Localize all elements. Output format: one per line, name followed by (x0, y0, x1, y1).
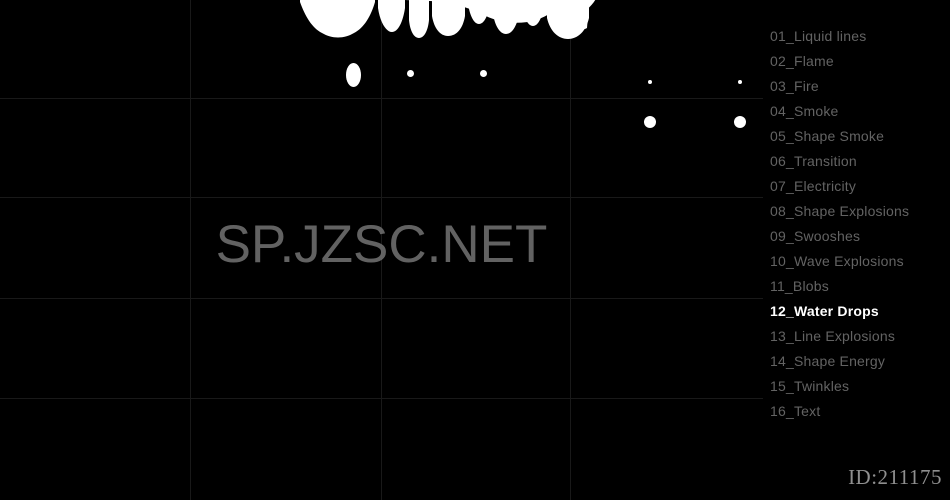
grid-line-horizontal-4 (0, 398, 763, 399)
grid-line-horizontal-1 (0, 98, 763, 99)
composition-list-item-14[interactable]: 14_Shape Energy (770, 349, 950, 374)
droplet-tiny-1 (648, 80, 652, 84)
composition-list-item-10[interactable]: 10_Wave Explosions (770, 249, 950, 274)
droplet-large-oval (346, 63, 361, 87)
composition-list-item-12[interactable]: 12_Water Drops (770, 299, 950, 324)
droplet-tiny-2 (738, 80, 742, 84)
composition-list-item-5[interactable]: 05_Shape Smoke (770, 124, 950, 149)
liquid-tail (556, 0, 590, 30)
grid-line-horizontal-2 (0, 197, 763, 198)
composition-list-item-16[interactable]: 16_Text (770, 399, 950, 424)
composition-list-item-6[interactable]: 06_Transition (770, 149, 950, 174)
composition-list-item-1[interactable]: 01_Liquid lines (770, 24, 950, 49)
droplet-small-1 (407, 70, 414, 77)
droplet-small-2 (480, 70, 487, 77)
liquid-top-strip (404, 0, 570, 23)
droplet-round-2 (734, 116, 746, 128)
composition-list-item-2[interactable]: 02_Flame (770, 49, 950, 74)
liquid-shape (300, 0, 589, 39)
composition-list-panel: 01_Liquid lines 02_Flame 03_Fire 04_Smoke 05… (763, 0, 950, 500)
composition-list-item-4[interactable]: 04_Smoke (770, 99, 950, 124)
composition-list-item-9[interactable]: 09_Swooshes (770, 224, 950, 249)
preview-canvas[interactable]: SP.JZSC.NET (0, 0, 763, 500)
asset-id-label: ID:211175 (848, 465, 942, 489)
composition-list-item-8[interactable]: 08_Shape Explosions (770, 199, 950, 224)
droplet-round-1 (644, 116, 656, 128)
composition-list-item-11[interactable]: 11_Blobs (770, 274, 950, 299)
grid-line-horizontal-3 (0, 298, 763, 299)
composition-list-item-3[interactable]: 03_Fire (770, 74, 950, 99)
site-watermark: SP.JZSC.NET (215, 215, 548, 274)
liquid-top-band (560, 0, 596, 32)
composition-list[interactable]: 01_Liquid lines 02_Flame 03_Fire 04_Smoke 05… (770, 24, 950, 424)
composition-list-item-15[interactable]: 15_Twinkles (770, 374, 950, 399)
composition-list-item-7[interactable]: 07_Electricity (770, 174, 950, 199)
composition-list-item-13[interactable]: 13_Line Explosions (770, 324, 950, 349)
video-preview-window: SP.JZSC.NET 01_Liquid lines 02_Flame 03_Fi… (0, 0, 950, 500)
